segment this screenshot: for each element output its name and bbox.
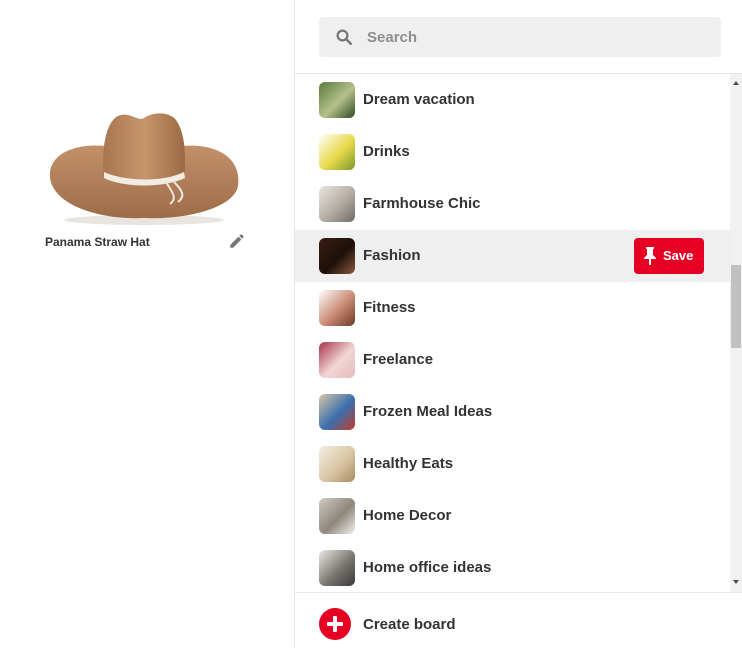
- board-row[interactable]: Dream vacation: [295, 74, 730, 126]
- create-board-label: Create board: [363, 616, 456, 633]
- lemon-drinks-thumbnail: [319, 134, 355, 170]
- create-board-button[interactable]: Create board: [295, 593, 742, 648]
- save-button-label: Save: [663, 248, 694, 263]
- board-name: Freelance: [363, 351, 434, 368]
- frozen-meals-thumbnail: [319, 394, 355, 430]
- board-name: Home office ideas: [363, 559, 492, 576]
- healthy-eats-thumbnail: [319, 446, 355, 482]
- board-name: Farmhouse Chic: [363, 195, 481, 212]
- board-name: Frozen Meal Ideas: [363, 403, 493, 420]
- save-button[interactable]: Save: [634, 238, 704, 274]
- board-list-panel: Dream vacation Drinks Farmhouse Chic Fashio…: [295, 0, 742, 648]
- board-name: Dream vacation: [363, 91, 475, 108]
- board-row[interactable]: Home office ideas: [295, 542, 730, 592]
- board-name: Fitness: [363, 299, 416, 316]
- board-row[interactable]: Frozen Meal Ideas: [295, 386, 730, 438]
- scroll-up-arrow-icon[interactable]: [730, 78, 742, 88]
- board-row[interactable]: Freelance: [295, 334, 730, 386]
- board-row[interactable]: Farmhouse Chic: [295, 178, 730, 230]
- board-row[interactable]: Fashion Save: [295, 230, 730, 282]
- home-decor-thumbnail: [319, 498, 355, 534]
- fashion-thumbnail: [319, 238, 355, 274]
- garden-thumbnail: [319, 82, 355, 118]
- pin-preview-panel: Panama Straw Hat: [0, 0, 294, 648]
- board-name: Fashion: [363, 247, 421, 264]
- scrollbar-thumb[interactable]: [731, 264, 741, 348]
- board-picker-dialog: Panama Straw Hat Dream vacation Drinks Far…: [0, 0, 742, 648]
- scrollbar[interactable]: [730, 74, 742, 592]
- home-office-thumbnail: [319, 550, 355, 586]
- board-name: Drinks: [363, 143, 410, 160]
- search-icon: [336, 29, 352, 45]
- board-row[interactable]: Drinks: [295, 126, 730, 178]
- pushpin-icon: [644, 247, 656, 265]
- search-input[interactable]: [367, 17, 707, 57]
- scroll-down-arrow-icon[interactable]: [730, 577, 742, 587]
- plus-circle-icon: [319, 608, 351, 640]
- board-name: Healthy Eats: [363, 455, 454, 472]
- freelance-thumbnail: [319, 342, 355, 378]
- board-row[interactable]: Home Decor: [295, 490, 730, 542]
- farmhouse-room-thumbnail: [319, 186, 355, 222]
- fitness-text-thumbnail: [319, 290, 355, 326]
- board-row[interactable]: Healthy Eats: [295, 438, 730, 490]
- pencil-icon[interactable]: [228, 232, 246, 250]
- board-row[interactable]: Fitness: [295, 282, 730, 334]
- straw-hat-image: [49, 113, 239, 225]
- board-list[interactable]: Dream vacation Drinks Farmhouse Chic Fashio…: [295, 74, 730, 592]
- board-name: Home Decor: [363, 507, 452, 524]
- pin-title: Panama Straw Hat: [45, 235, 150, 249]
- search-box[interactable]: [319, 17, 721, 57]
